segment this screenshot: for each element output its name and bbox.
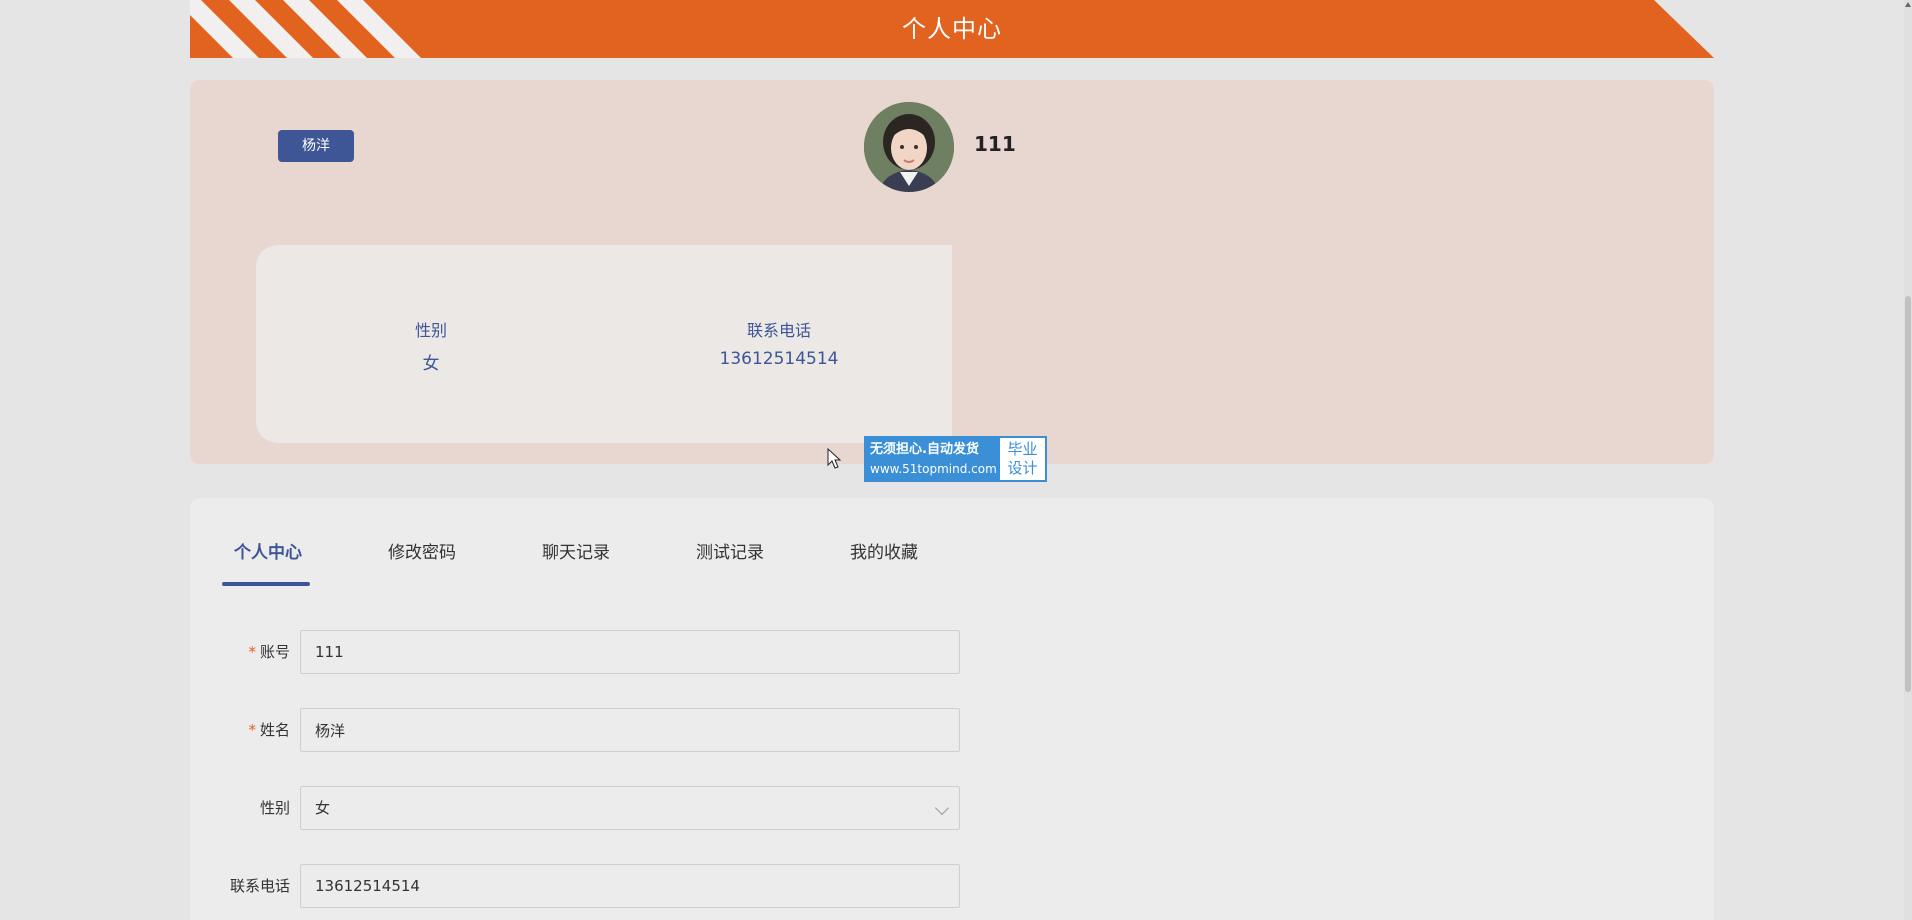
info-label: 性别 [414,321,447,340]
avatar [864,102,954,192]
phone-input[interactable] [300,864,960,908]
account-label-text: 账号 [259,643,290,661]
account-name: 111 [974,132,1016,156]
ad-line1: 无须担心.自动发货 [870,442,979,457]
name-tag[interactable]: 杨洋 [278,130,354,162]
info-value: 女 [422,354,440,374]
tab-change-password[interactable]: 修改密码 [376,538,530,586]
ad-badge-line2: 设计 [1007,459,1038,477]
page-title: 个人中心 [902,15,1002,43]
name-label: * 姓名 [190,708,290,752]
main-card: 个人中心 修改密码 聊天记录 测试记录 我的收藏 *账号 *姓名 性别 女 联系… [190,498,1714,920]
avatar-image [864,102,954,192]
ad-text: 无须担心.自动发货 www.51topmind.com [866,438,1000,480]
info-label: 联系电话 [746,321,811,340]
tab-chat-history[interactable]: 聊天记录 [530,538,684,586]
name-input[interactable] [300,708,960,752]
info-gender: 性别 女 [306,317,556,374]
account-label: * 账号 [190,630,290,674]
required-mark: * [248,721,256,739]
info-phone: 联系电话 13612514514 [654,317,904,369]
chevron-down-icon [934,800,950,816]
ad-badge: 毕业 设计 [1000,438,1045,480]
ad-line2: www.51topmind.com [870,462,997,476]
gender-label: 性别 [259,799,290,817]
profile-card: 杨洋 111 性别 女 联系电话 13612514514 [190,80,1714,464]
scrollbar-thumb[interactable] [1905,296,1911,692]
account-input[interactable] [300,630,960,674]
ad-watermark[interactable]: 无须担心.自动发货 www.51topmind.com 毕业 设计 [864,436,1047,482]
tab-test-records[interactable]: 测试记录 [684,538,838,586]
tab-bar: 个人中心 修改密码 聊天记录 测试记录 我的收藏 [222,538,992,586]
cursor-icon [827,448,842,469]
scrollbar[interactable] [1904,0,1912,920]
tab-favorites[interactable]: 我的收藏 [838,538,992,586]
gender-selected-value: 女 [315,799,331,817]
page: 个人中心 杨洋 111 性别 女 联系电话 13612514514 无须担心.自… [0,0,1912,920]
gender-select[interactable]: 女 [300,786,960,830]
tab-profile[interactable]: 个人中心 [222,538,376,586]
header-banner: 个人中心 [190,0,1714,58]
name-label-text: 姓名 [259,721,290,739]
scroll-up-icon[interactable] [1905,2,1911,7]
info-value: 13612514514 [719,349,839,369]
ad-badge-line1: 毕业 [1007,440,1038,458]
info-panel: 性别 女 联系电话 13612514514 [256,245,952,443]
required-mark: * [248,643,256,661]
phone-label: 联系电话 [229,877,290,895]
